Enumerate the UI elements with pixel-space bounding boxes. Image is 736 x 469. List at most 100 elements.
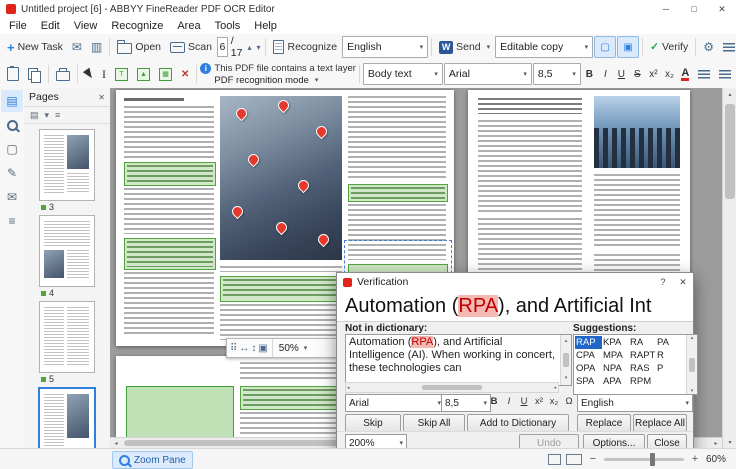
- help-button[interactable]: ?: [653, 274, 673, 291]
- print-button[interactable]: [52, 63, 74, 85]
- new-task-button[interactable]: + New Task: [3, 36, 67, 58]
- menu-edit[interactable]: Edit: [34, 18, 67, 34]
- dialog-underline-button[interactable]: U: [517, 394, 531, 409]
- zoom-in-button[interactable]: +: [689, 453, 701, 465]
- dialog-subscript-button[interactable]: x₂: [547, 394, 561, 409]
- comments-panel-button[interactable]: ✉: [1, 186, 23, 208]
- suggestion-item[interactable]: RA: [629, 336, 656, 349]
- scroll-right-icon[interactable]: ▸: [554, 385, 557, 391]
- subscript-button[interactable]: x₂: [662, 65, 677, 83]
- suggestion-item[interactable]: R: [656, 349, 683, 362]
- suggestion-item[interactable]: NPA: [602, 362, 629, 375]
- facing-pages-view-button[interactable]: ▣: [617, 36, 640, 58]
- pages-list-icon[interactable]: ≡: [55, 110, 60, 120]
- bookmarks-panel-button[interactable]: ▢: [1, 138, 23, 160]
- scroll-down-icon[interactable]: ▾: [565, 372, 568, 385]
- menu-recognize[interactable]: Recognize: [104, 18, 170, 34]
- delete-area-button[interactable]: ✕: [177, 63, 193, 85]
- strikethrough-button[interactable]: S: [630, 65, 645, 83]
- drag-handle-icon[interactable]: ⠿: [230, 343, 237, 354]
- menu-tools[interactable]: Tools: [208, 18, 248, 34]
- recognize-button[interactable]: Recognize: [269, 36, 341, 58]
- scroll-down-icon[interactable]: ▾: [723, 436, 736, 448]
- suggestion-item[interactable]: CPA: [575, 349, 602, 362]
- dialog-bold-button[interactable]: B: [487, 394, 501, 409]
- settings-button[interactable]: ⚙: [699, 36, 718, 58]
- align-left-button[interactable]: [694, 63, 714, 85]
- draw-table-area-button[interactable]: ▦: [155, 63, 176, 85]
- suggestion-item[interactable]: RAP: [575, 336, 602, 349]
- scroll-left-icon[interactable]: ◂: [110, 438, 122, 448]
- font-size-select[interactable]: 8,5 ▾: [532, 63, 581, 85]
- suggestion-item[interactable]: RAS: [629, 362, 656, 375]
- verification-text-editor[interactable]: Automation (RPA), and Artificial Intelli…: [345, 334, 572, 386]
- fit-width-icon[interactable]: [566, 453, 582, 465]
- menu-help[interactable]: Help: [247, 18, 284, 34]
- zoom-value[interactable]: 50%: [279, 343, 299, 354]
- fit-page-icon[interactable]: [548, 453, 561, 465]
- search-panel-button[interactable]: [1, 114, 23, 136]
- italic-button[interactable]: I: [598, 65, 613, 83]
- scroll-up-icon[interactable]: ▴: [565, 335, 568, 348]
- mail-button[interactable]: ✉: [68, 36, 86, 58]
- zoom-slider[interactable]: [604, 452, 684, 466]
- scrollbar-thumb[interactable]: [725, 104, 735, 199]
- dialog-close-button[interactable]: ✕: [673, 274, 693, 291]
- pages-panel-button[interactable]: ▤: [1, 90, 23, 112]
- dialog-zoom-select[interactable]: 200% ▾: [345, 434, 407, 448]
- suggestion-item[interactable]: P: [656, 362, 683, 375]
- scrollbar-thumb[interactable]: [563, 353, 569, 367]
- suggestion-item[interactable]: APA: [602, 375, 629, 388]
- scan-button[interactable]: Scan: [166, 36, 216, 58]
- ocr-text-area[interactable]: [220, 276, 344, 302]
- tools-button[interactable]: [719, 36, 736, 58]
- attachments-panel-button[interactable]: ≡: [1, 210, 23, 232]
- replace-all-button[interactable]: Replace All: [633, 414, 687, 432]
- scroll-left-icon[interactable]: ◂: [347, 385, 350, 391]
- font-family-select[interactable]: Arial ▾: [443, 63, 532, 85]
- suggestion-item[interactable]: MPA: [602, 349, 629, 362]
- undo-button[interactable]: Undo: [519, 434, 579, 448]
- menu-file[interactable]: File: [2, 18, 34, 34]
- bold-button[interactable]: B: [582, 65, 597, 83]
- suggestion-item[interactable]: PA: [656, 336, 683, 349]
- ocr-language-select[interactable]: English ▾: [342, 36, 429, 58]
- fit-width-icon[interactable]: ↔: [239, 343, 249, 354]
- suggestion-item[interactable]: RAPT: [629, 349, 656, 362]
- paragraph-style-select[interactable]: Body text ▾: [362, 63, 443, 85]
- text-vertical-scrollbar[interactable]: ▴ ▾: [560, 335, 571, 385]
- page-thumbnail[interactable]: [39, 215, 95, 287]
- select-tool-button[interactable]: [81, 63, 97, 85]
- skip-all-button[interactable]: Skip All: [403, 414, 465, 432]
- close-button[interactable]: ✕: [708, 0, 736, 18]
- pages-layout-icon[interactable]: ▤: [30, 110, 39, 121]
- ocr-text-area[interactable]: [124, 238, 216, 270]
- fit-page-icon[interactable]: ▣: [258, 343, 267, 354]
- suggestion-item[interactable]: [656, 375, 683, 388]
- fit-height-icon[interactable]: ↕: [251, 343, 256, 354]
- suggestion-item[interactable]: RPM: [629, 375, 656, 388]
- underline-button[interactable]: U: [614, 65, 629, 83]
- previous-page-button[interactable]: ▴: [245, 37, 253, 57]
- suggestions-scrollbar[interactable]: ▴ ▾: [686, 335, 697, 394]
- suggestion-item[interactable]: OPA: [575, 362, 602, 375]
- text-horizontal-scrollbar[interactable]: ◂ ▸: [345, 382, 559, 393]
- annotations-panel-button[interactable]: ✎: [1, 162, 23, 184]
- scroll-up-icon[interactable]: ▴: [723, 88, 736, 100]
- suggestions-list[interactable]: RAP KPA RA PA CPA MPA RAPT R OPA NPA RAS…: [573, 334, 698, 395]
- menu-area[interactable]: Area: [170, 18, 207, 34]
- dialog-italic-button[interactable]: I: [502, 394, 516, 409]
- dialog-font-select[interactable]: Arial ▾: [345, 394, 445, 412]
- minimize-button[interactable]: ─: [652, 0, 680, 18]
- save-format-select[interactable]: Editable copy ▾: [495, 36, 594, 58]
- scroll-up-icon[interactable]: ▴: [691, 335, 694, 341]
- scrollbar-thumb[interactable]: [689, 357, 695, 372]
- zoom-pane-button[interactable]: Zoom Pane: [112, 451, 193, 469]
- pages-options-icon[interactable]: ▾: [45, 110, 50, 121]
- zoom-out-button[interactable]: −: [587, 453, 599, 465]
- pdf-recognition-mode-select[interactable]: PDF recognition mode ▾: [200, 75, 356, 86]
- skip-button[interactable]: Skip: [345, 414, 401, 432]
- close-dialog-button[interactable]: Close: [647, 434, 687, 448]
- options-button[interactable]: Options...: [583, 434, 645, 448]
- ocr-text-area[interactable]: [348, 184, 448, 202]
